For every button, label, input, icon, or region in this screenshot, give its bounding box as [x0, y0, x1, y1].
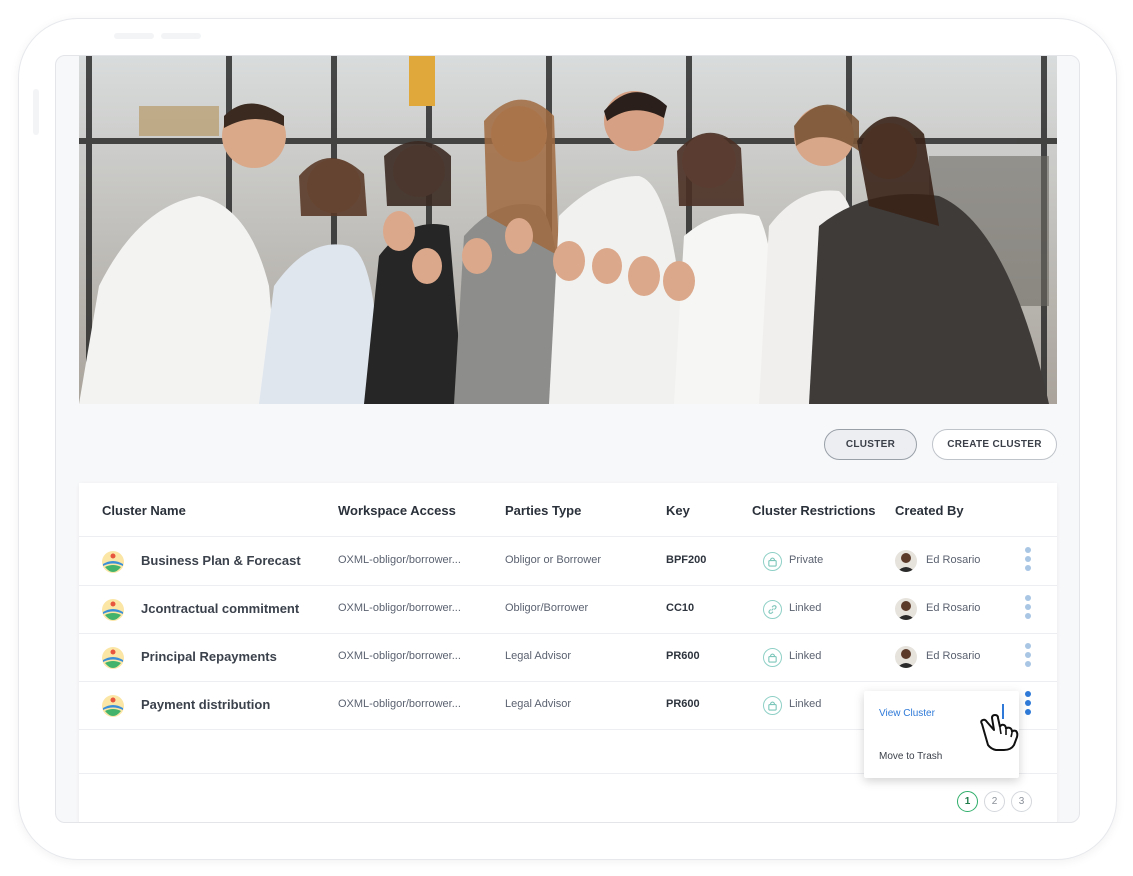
workspace-access: OXML-obligor/borrower...	[338, 650, 461, 662]
created-by: Ed Rosario	[926, 650, 981, 662]
parties-type: Legal Advisor	[505, 650, 572, 662]
restriction-label: Linked	[789, 650, 822, 662]
move-to-trash-menu-item[interactable]: Move to Trash	[879, 751, 942, 762]
column-header-parties-type[interactable]: Parties Type	[505, 503, 581, 518]
cluster-logo-icon	[102, 599, 124, 621]
cluster-name[interactable]: Principal Repayments	[141, 649, 277, 664]
cluster-logo-icon	[102, 695, 124, 717]
parties-type: Obligor or Borrower	[505, 554, 601, 566]
restriction-label: Linked	[789, 698, 822, 710]
row-actions-menu-icon[interactable]	[1023, 547, 1033, 579]
workspace-access: OXML-obligor/borrower...	[338, 602, 461, 614]
cluster-logo-icon	[102, 647, 124, 669]
view-cluster-menu-item[interactable]: View Cluster	[879, 708, 935, 719]
device-side-button	[33, 89, 39, 135]
create-cluster-button[interactable]: CREATE CLUSTER	[932, 429, 1057, 460]
created-by: Ed Rosario	[926, 554, 981, 566]
pagination-page-2[interactable]: 2	[984, 791, 1005, 812]
restriction-label: Private	[789, 554, 824, 566]
cluster-logo-icon	[102, 551, 124, 573]
column-header-workspace-access[interactable]: Workspace Access	[338, 503, 456, 518]
link-icon	[763, 600, 782, 619]
device-button	[161, 33, 201, 39]
parties-type: Legal Advisor	[505, 698, 572, 710]
workspace-access: OXML-obligor/borrower...	[338, 554, 461, 566]
lock-icon	[763, 552, 782, 571]
cluster-name[interactable]: Payment distribution	[141, 697, 270, 712]
pointer-hand-icon	[980, 714, 1019, 751]
row-actions-menu-icon[interactable]	[1023, 643, 1033, 675]
table-header: Cluster Name Workspace Access Parties Ty…	[79, 483, 1057, 537]
lock-icon	[763, 696, 782, 715]
created-by: Ed Rosario	[926, 602, 981, 614]
column-header-cluster-name[interactable]: Cluster Name	[102, 503, 186, 518]
table-row[interactable]: Jcontractual commitment OXML-obligor/bor…	[79, 586, 1057, 634]
row-actions-menu-icon[interactable]	[1023, 595, 1033, 627]
avatar	[895, 646, 917, 668]
cluster-name[interactable]: Business Plan & Forecast	[141, 553, 301, 568]
table-row[interactable]: Principal Repayments OXML-obligor/borrow…	[79, 634, 1057, 682]
avatar	[895, 550, 917, 572]
avatar	[895, 598, 917, 620]
lock-icon	[763, 648, 782, 667]
table-row[interactable]: Business Plan & Forecast OXML-obligor/bo…	[79, 538, 1057, 586]
pagination-page-3[interactable]: 3	[1011, 791, 1032, 812]
column-header-key[interactable]: Key	[666, 503, 690, 518]
cluster-key: CC10	[666, 602, 695, 614]
cluster-button[interactable]: CLUSTER	[824, 429, 917, 460]
parties-type: Obligor/Borrower	[505, 602, 589, 614]
device-button	[114, 33, 154, 39]
cluster-name[interactable]: Jcontractual commitment	[141, 601, 299, 616]
cluster-key: PR600	[666, 698, 700, 710]
app-screen: CLUSTER CREATE CLUSTER Cluster Name Work…	[55, 55, 1080, 823]
cluster-key: PR600	[666, 650, 700, 662]
cluster-key: BPF200	[666, 554, 707, 566]
pagination-page-1[interactable]: 1	[957, 791, 978, 812]
column-header-cluster-restrictions[interactable]: Cluster Restrictions	[752, 503, 876, 518]
workspace-access: OXML-obligor/borrower...	[338, 698, 461, 710]
column-header-created-by[interactable]: Created By	[895, 503, 964, 518]
row-actions-menu-icon[interactable]	[1023, 691, 1033, 723]
restriction-label: Linked	[789, 602, 822, 614]
hero-image	[79, 56, 1057, 404]
